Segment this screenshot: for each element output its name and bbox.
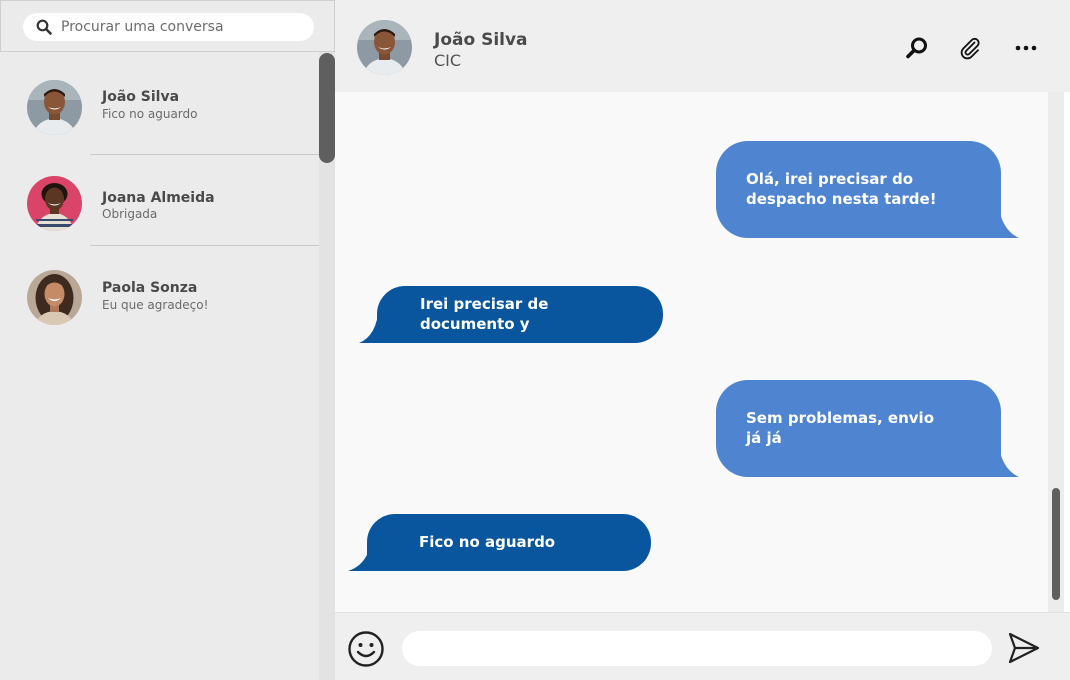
chat-search-button[interactable]	[903, 34, 931, 62]
conversation-name: João Silva	[102, 89, 180, 105]
paperclip-icon	[960, 37, 980, 60]
message-line: Sem problemas, envio	[746, 409, 934, 427]
message-composer	[335, 612, 1070, 680]
avatar	[27, 176, 82, 231]
send-icon	[1008, 632, 1040, 664]
message-bubble: Irei precisar de documento y	[377, 286, 663, 343]
emoji-button[interactable]	[347, 630, 385, 672]
message-line: Olá, irei precisar do	[746, 170, 914, 188]
message-line: despacho nesta tarde!	[746, 190, 937, 208]
conversation-name: Joana Almeida	[102, 190, 215, 206]
message-bubble: Sem problemas, envio já já	[716, 380, 1001, 477]
message-input[interactable]	[402, 631, 992, 666]
avatar	[27, 80, 82, 135]
send-button[interactable]	[1007, 631, 1041, 669]
conversation-item-joana-almeida[interactable]: Joana Almeida Obrigada	[0, 149, 319, 246]
more-options-icon	[1015, 45, 1037, 51]
conversation-name: Paola Sonza	[102, 280, 198, 296]
outgoing-message: Sem problemas, envio já já	[716, 380, 1019, 477]
contact-subtitle: CIC	[434, 51, 462, 70]
smiley-icon	[348, 631, 384, 667]
search-icon	[36, 19, 52, 35]
message-line: Irei precisar de	[420, 295, 549, 313]
message-bubble: Fico no aguardo	[367, 514, 651, 571]
message-bubble: Olá, irei precisar do despacho nesta tar…	[716, 141, 1001, 238]
conversation-preview: Obrigada	[102, 207, 158, 221]
outgoing-message: Olá, irei precisar do despacho nesta tar…	[716, 141, 1019, 238]
message-thread: Olá, irei precisar do despacho nesta tar…	[335, 92, 1048, 612]
incoming-message: Fico no aguardo	[348, 514, 651, 571]
conversation-item-paola-sonza[interactable]: Paola Sonza Eu que agradeço!	[0, 246, 319, 343]
chat-scrollbar-thumb[interactable]	[1052, 488, 1060, 600]
contact-avatar[interactable]	[357, 20, 412, 75]
message-line: documento y	[420, 315, 530, 333]
search-input[interactable]	[61, 13, 306, 41]
conversation-sidebar: João Silva Fico no aguardo Joana Almeida	[0, 0, 335, 680]
incoming-message: Irei precisar de documento y	[359, 286, 663, 343]
attach-button[interactable]	[956, 34, 984, 62]
more-options-button[interactable]	[1012, 34, 1040, 62]
search-icon	[906, 37, 927, 59]
avatar	[27, 270, 82, 325]
conversation-list: João Silva Fico no aguardo Joana Almeida	[0, 52, 319, 343]
message-line: já já	[746, 429, 782, 447]
conversation-preview: Fico no aguardo	[102, 107, 198, 121]
message-line: Fico no aguardo	[419, 533, 556, 551]
contact-name: João Silva	[434, 30, 528, 50]
sidebar-scrollbar-thumb[interactable]	[319, 53, 335, 163]
conversation-item-joao-silva[interactable]: João Silva Fico no aguardo	[0, 52, 319, 155]
search-box[interactable]	[23, 13, 314, 41]
search-bar	[0, 0, 335, 52]
chat-header: João Silva CIC	[335, 0, 1070, 92]
conversation-preview: Eu que agradeço!	[102, 298, 209, 312]
